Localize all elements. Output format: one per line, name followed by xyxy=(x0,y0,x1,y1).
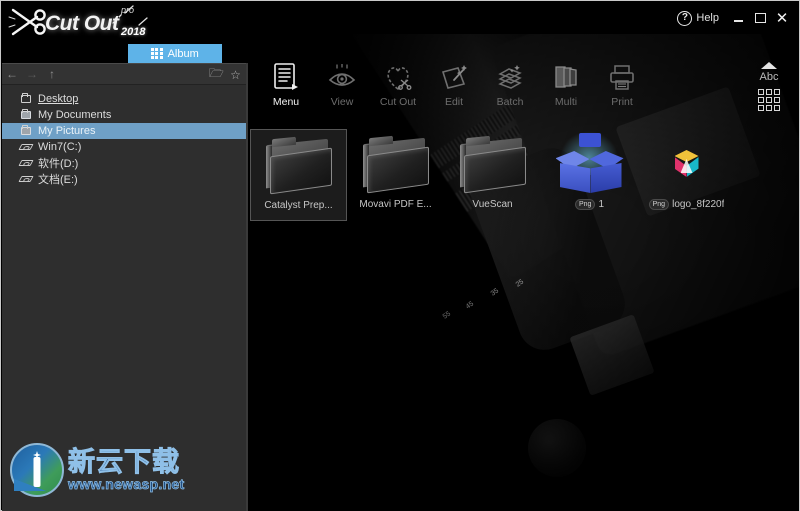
logo-wordmark: Cut Out xyxy=(45,12,119,35)
arrow-up-icon[interactable]: ↑ xyxy=(42,64,62,84)
sidebar-item-my-documents[interactable]: My Documents xyxy=(2,107,247,123)
sidebar-item-desktop[interactable]: Desktop xyxy=(2,91,247,107)
tab-album[interactable]: Album xyxy=(128,44,222,63)
toolbar-item-label: View xyxy=(330,96,354,108)
toolbar-item-batch[interactable]: Batch xyxy=(482,58,538,122)
sidebar-navbar-actions: 🗁 ☆ xyxy=(209,64,243,85)
printer-icon xyxy=(607,62,637,92)
arrow-right-icon[interactable]: → xyxy=(22,64,42,84)
folder-filled-icon xyxy=(20,125,33,137)
sidebar-item-drive-d[interactable]: 软件(D:) xyxy=(2,155,247,171)
thumbnail-grid-icon[interactable] xyxy=(758,89,780,111)
toolbar-item-label: Batch xyxy=(496,96,524,108)
thumbnail-item[interactable]: Png 1 xyxy=(541,129,638,221)
watermark-title: 新云下载 xyxy=(67,446,180,477)
new-folder-icon[interactable]: 🗁 xyxy=(209,66,224,82)
folder-thumbnail-icon xyxy=(259,133,339,197)
maximize-icon xyxy=(754,13,766,23)
format-badge: Png xyxy=(574,199,596,210)
sidebar-item-label: My Documents xyxy=(38,109,112,121)
sidebar-item-label: Win7(C:) xyxy=(38,141,82,153)
watermark-overlay: 新云下载 www.newasp.net xyxy=(10,441,230,499)
format-badge: Png xyxy=(648,199,670,210)
tab-album-label: Album xyxy=(167,47,199,60)
thumbnail-label: Catalyst Prep... xyxy=(264,200,333,211)
heart-scissors-icon xyxy=(383,62,413,92)
toolbar-item-menu[interactable]: Menu xyxy=(258,58,314,122)
sidebar-navbar: ← → ↑ 🗁 ☆ xyxy=(2,64,247,85)
toolbar-item-multi[interactable]: Multi xyxy=(538,58,594,122)
menu-document-icon xyxy=(271,62,301,92)
disk-icon xyxy=(18,141,34,153)
sidebar-item-my-pictures[interactable]: My Pictures xyxy=(2,123,247,139)
cube-logo-thumbnail xyxy=(647,132,727,196)
logo-edition: pro xyxy=(121,5,135,15)
close-icon: ✕ xyxy=(775,9,789,27)
thumbnail-item[interactable]: VueScan xyxy=(444,129,541,221)
thumbnail-label: 1 xyxy=(598,199,605,210)
main-toolbar: Menu View Cut Out Edit Batch Multi Print xyxy=(248,58,799,124)
batch-stack-icon xyxy=(495,62,525,92)
watermark-url: www.newasp.net xyxy=(68,476,185,493)
help-button[interactable]: ? Help xyxy=(675,10,727,27)
thumbnail-grid: Catalyst Prep... Movavi PDF E... VueScan xyxy=(248,129,799,239)
triangle-up-icon[interactable] xyxy=(761,62,777,69)
folder-icon xyxy=(20,93,33,105)
thumbnail-label: logo_8f220f xyxy=(672,199,725,210)
toolbar-item-cut-out[interactable]: Cut Out xyxy=(370,58,426,122)
toolbar-item-label: Cut Out xyxy=(379,96,417,108)
toolbar-item-label: Print xyxy=(611,96,633,108)
star-icon[interactable]: ☆ xyxy=(228,67,243,82)
thumbnail-item[interactable]: Movavi PDF E... xyxy=(347,129,444,221)
grid-icon xyxy=(151,47,163,60)
sort-label[interactable]: Abc xyxy=(760,71,779,83)
eye-icon xyxy=(327,62,357,92)
toolbar-item-edit[interactable]: Edit xyxy=(426,58,482,122)
toolbar-item-label: Menu xyxy=(272,96,300,108)
cutout-pro-window: Cut Out pro 2018 ? Help ✕ Album ← → ↑ 🗁 xyxy=(0,0,800,511)
toolbar-item-label: Edit xyxy=(444,96,464,108)
folder-thumbnail-icon xyxy=(453,132,533,196)
box-image-thumbnail xyxy=(550,131,630,196)
sidebar-item-label: My Pictures xyxy=(38,125,96,137)
folder-tree: Desktop My Documents My Pictures Win7(C:… xyxy=(2,85,247,187)
thumbnail-label: Movavi PDF E... xyxy=(359,199,432,210)
sidebar-item-drive-e[interactable]: 文档(E:) xyxy=(2,171,247,187)
help-label: Help xyxy=(696,12,719,24)
minimize-button[interactable] xyxy=(727,8,749,28)
window-controls: ? Help ✕ xyxy=(675,7,793,29)
folder-filled-icon xyxy=(20,109,33,121)
folder-thumbnail-icon xyxy=(356,132,436,196)
arrow-left-icon[interactable]: ← xyxy=(2,64,22,84)
app-logo: Cut Out pro 2018 xyxy=(5,1,175,45)
close-button[interactable]: ✕ xyxy=(771,8,793,28)
title-bar: Cut Out pro 2018 ? Help ✕ xyxy=(1,1,799,38)
sidebar: ← → ↑ 🗁 ☆ Desktop My Documents My Pictur… xyxy=(2,63,247,511)
disk-icon xyxy=(18,157,34,169)
sidebar-item-label: Desktop xyxy=(38,93,79,105)
newasp-logo-icon xyxy=(10,443,64,497)
toolbar-item-print[interactable]: Print xyxy=(594,58,650,122)
multi-pages-icon xyxy=(551,62,581,92)
thumbnail-item[interactable]: Png logo_8f220f xyxy=(638,129,735,221)
edit-wand-icon xyxy=(439,62,469,92)
maximize-button[interactable] xyxy=(749,8,771,28)
disk-icon xyxy=(18,173,34,185)
thumbnail-label: VueScan xyxy=(472,199,513,210)
main-content: 55 45 35 25 Menu xyxy=(248,34,799,511)
toolbar-item-view[interactable]: View xyxy=(314,58,370,122)
logo-year: 2018 xyxy=(121,26,146,38)
sidebar-item-label: 文档(E:) xyxy=(38,174,78,186)
sidebar-item-label: 软件(D:) xyxy=(38,158,79,170)
sidebar-item-win7-c[interactable]: Win7(C:) xyxy=(2,139,247,155)
toolbar-item-label: Multi xyxy=(554,96,578,108)
question-circle-icon: ? xyxy=(677,10,693,26)
thumbnail-item[interactable]: Catalyst Prep... xyxy=(250,129,347,221)
minimize-icon xyxy=(733,20,743,22)
view-options: Abc xyxy=(747,62,791,111)
